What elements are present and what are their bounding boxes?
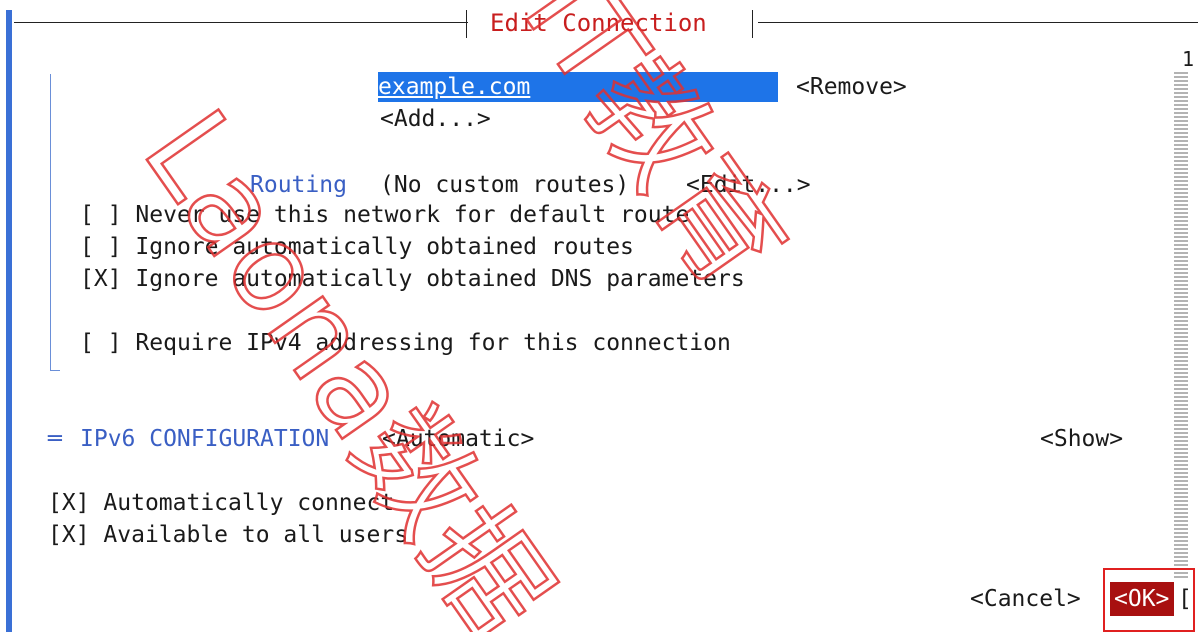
checkbox-ignore-dns[interactable]: [X] Ignore automatically obtained DNS pa… — [80, 264, 745, 294]
checkbox-label: Ignore automatically obtained DNS parame… — [135, 266, 745, 292]
checkbox-label: Never use this network for default route — [135, 202, 690, 228]
watermark-text-a: Laona数据 — [116, 87, 576, 632]
scrollbar[interactable] — [1174, 72, 1188, 578]
ipv4-section-bracket — [50, 74, 51, 370]
ipv6-mode-select[interactable]: <Automatic> — [382, 424, 534, 454]
window-title: Edit Connection — [490, 9, 707, 37]
scroll-position-indicator: 1 — [1182, 47, 1195, 71]
title-separator-right — [752, 10, 753, 38]
checkbox-ignore-routes[interactable]: [ ] Ignore automatically obtained routes — [80, 232, 634, 262]
ipv6-section-label: IPv6 CONFIGURATION — [80, 426, 330, 452]
checkbox-label: Available to all users — [103, 522, 409, 548]
routing-status: (No custom routes) — [380, 172, 630, 198]
checkbox-never-default-route[interactable]: [ ] Never use this network for default r… — [80, 200, 689, 230]
window-top-border-left — [14, 22, 468, 23]
checkbox-label: Require IPv4 addressing for this connect… — [135, 330, 731, 356]
ok-button-annotation-box — [1103, 568, 1195, 632]
checkbox-mark[interactable]: [ ] — [80, 330, 122, 356]
checkbox-label: Ignore automatically obtained routes — [135, 234, 634, 260]
checkbox-mark[interactable]: [X] — [80, 266, 122, 292]
title-separator-left — [466, 10, 467, 38]
remove-button[interactable]: <Remove> — [796, 72, 907, 102]
routing-label: Routing — [250, 172, 347, 198]
checkbox-mark[interactable]: [X] — [48, 490, 90, 516]
routing-edit-button[interactable]: <Edit...> — [686, 170, 811, 200]
checkbox-mark[interactable]: [ ] — [80, 234, 122, 260]
search-domain-input[interactable]: example.com — [378, 72, 778, 102]
checkbox-label: Automatically connect — [103, 490, 395, 516]
cancel-button[interactable]: <Cancel> — [970, 584, 1081, 614]
checkbox-require-ipv4[interactable]: [ ] Require IPv4 addressing for this con… — [80, 328, 731, 358]
window-top-border-right — [758, 22, 1198, 23]
checkbox-mark[interactable]: [X] — [48, 522, 90, 548]
add-button[interactable]: <Add...> — [380, 104, 491, 134]
search-domain-value: example.com — [378, 74, 531, 100]
checkbox-auto-connect[interactable]: [X] Automatically connect — [48, 488, 394, 518]
ipv6-show-button[interactable]: <Show> — [1040, 424, 1123, 454]
ipv6-section-marker: ═ — [48, 426, 62, 452]
window-left-border — [6, 10, 12, 632]
checkbox-mark[interactable]: [ ] — [80, 202, 122, 228]
ipv4-section-bracket-foot — [50, 370, 60, 371]
checkbox-all-users[interactable]: [X] Available to all users — [48, 520, 408, 550]
